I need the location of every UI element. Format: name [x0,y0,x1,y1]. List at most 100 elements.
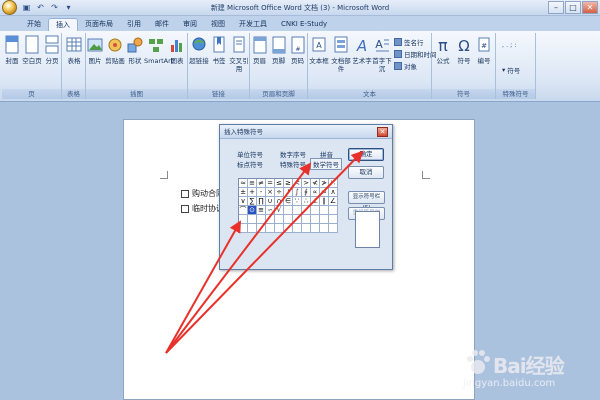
tab-cnki[interactable]: CNKI E-Study [274,18,334,31]
show-symbol-bar-button[interactable]: 显示符号栏(S) [348,191,385,211]
symbol-cell[interactable]: ≤ [275,179,284,188]
symbol-cell[interactable] [266,224,275,233]
symbol-cell[interactable]: ∴ [302,197,311,206]
symbol-cell[interactable] [311,206,320,215]
symbol-cell[interactable]: ∽ [266,206,275,215]
symbol-cell[interactable] [329,206,338,215]
symbol-cell[interactable]: + [248,188,257,197]
footer-button[interactable]: 页脚 [269,35,288,65]
dialog-close-button[interactable]: ✕ [377,127,388,137]
symbol-cell[interactable]: = [266,179,275,188]
formula-button[interactable]: π 公式 [432,35,454,65]
category-special-symbols[interactable]: 特殊符号 [280,159,306,169]
tab-review[interactable]: 审阅 [176,18,204,31]
symbol-cell[interactable] [266,215,275,224]
symbol-cell[interactable]: ⊙ [248,206,257,215]
category-math-symbols[interactable]: 数学符号 [310,158,342,170]
redo-icon[interactable]: ↷ [49,2,60,13]
symbol-cell[interactable]: ∷ [329,179,338,188]
hyperlink-button[interactable]: 超链接 [188,35,210,65]
symbol-cell[interactable]: ⌒ [239,206,248,215]
cancel-button[interactable]: 取消 [348,166,384,179]
dropcap-button[interactable]: A 首字下沉 [372,35,392,73]
symbol-cell[interactable] [320,215,329,224]
category-unit-symbols[interactable]: 单位符号 [237,149,263,159]
page-break-button[interactable]: 分页 [42,35,62,65]
symbol-cell[interactable]: - [257,188,266,197]
symbol-cell[interactable] [239,224,248,233]
symbol-cell[interactable] [284,215,293,224]
undo-icon[interactable]: ↶ [35,2,46,13]
symbol-cell[interactable]: ∩ [275,197,284,206]
minimize-button[interactable]: – [548,1,564,14]
signature-line-button[interactable]: 签名行 [394,37,424,47]
symbol-cell[interactable]: ∞ [320,188,329,197]
category-punctuation[interactable]: 标点符号 [237,159,263,169]
symbol-cell[interactable] [257,215,266,224]
symbol-cell[interactable] [302,206,311,215]
symbol-cell[interactable] [284,224,293,233]
symbol-cell[interactable]: ∫ [293,188,302,197]
cover-button[interactable]: 封面 [2,35,22,65]
category-number-sequence[interactable]: 数字序号 [280,149,306,159]
datetime-button[interactable]: 日期和时间 [394,49,437,59]
qat-dropdown-icon[interactable]: ▾ [63,2,74,13]
symbol-cell[interactable]: √ [275,206,284,215]
symbol-cell[interactable] [284,206,293,215]
symbol-cell[interactable]: < [293,179,302,188]
shapes-button[interactable]: 形状 [126,35,144,65]
symbol-cell[interactable]: ≡ [248,179,257,188]
picture-button[interactable]: 图片 [86,35,104,65]
textbox-button[interactable]: A 文本框 [308,35,330,65]
symbol-cell[interactable]: ≠ [257,179,266,188]
symbol-cell[interactable]: ⊥ [311,197,320,206]
save-icon[interactable]: ▣ [21,2,32,13]
symbol-cell[interactable]: ± [239,188,248,197]
checkbox-2[interactable] [181,204,189,213]
symbol-cell[interactable] [302,215,311,224]
ok-button[interactable]: 确定 [348,148,384,161]
maximize-button[interactable]: □ [565,1,581,14]
tab-insert[interactable]: 插入 [48,18,78,31]
symbol-cell[interactable] [293,215,302,224]
symbol-button[interactable]: Ω 符号 [454,35,474,65]
symbol-cell[interactable]: > [302,179,311,188]
symbol-cell[interactable]: ∏ [257,197,266,206]
symbol-cell[interactable] [275,215,284,224]
symbol-cell[interactable] [248,215,257,224]
symbol-cell[interactable]: ∧ [329,188,338,197]
symbol-cell[interactable]: ∮ [302,188,311,197]
clipart-button[interactable]: 剪贴画 [104,35,126,65]
doc-parts-button[interactable]: 文档部件 [330,35,352,73]
cross-reference-button[interactable]: 交叉引用 [228,35,250,73]
tab-references[interactable]: 引用 [120,18,148,31]
chart-button[interactable]: 图表 [168,35,186,65]
symbol-cell[interactable]: ∨ [239,197,248,206]
symbol-cell[interactable]: ∵ [293,197,302,206]
symbol-cell[interactable]: ≥ [284,179,293,188]
document-line-2[interactable]: 临时协议 [181,203,224,214]
wordart-button[interactable]: A 艺术字 [352,35,372,65]
symbol-cell[interactable]: ∑ [248,197,257,206]
smartart-button[interactable]: SmartArt [144,35,173,65]
page-number-button[interactable]: # 页码 [288,35,307,65]
symbol-cell[interactable]: ∝ [311,188,320,197]
bookmark-button[interactable]: 书签 [210,35,228,65]
office-button[interactable] [2,0,17,15]
special-symbol-bar[interactable]: ,.;: [502,41,517,49]
object-button[interactable]: 对象 [394,61,417,71]
symbol-cell[interactable]: ∈ [284,197,293,206]
symbol-cell[interactable]: ≌ [257,206,266,215]
table-button[interactable]: 表格 [62,35,86,65]
symbol-cell[interactable]: ≯ [320,179,329,188]
symbol-cell[interactable] [329,224,338,233]
symbol-cell[interactable]: ≈ [239,179,248,188]
symbol-cell[interactable] [257,224,266,233]
tab-mailings[interactable]: 邮件 [148,18,176,31]
tab-view[interactable]: 视图 [204,18,232,31]
tab-page-layout[interactable]: 页面布局 [78,18,120,31]
symbol-cell[interactable] [320,224,329,233]
symbol-cell[interactable] [329,215,338,224]
symbol-cell[interactable]: ∪ [266,197,275,206]
symbol-cell[interactable] [320,206,329,215]
